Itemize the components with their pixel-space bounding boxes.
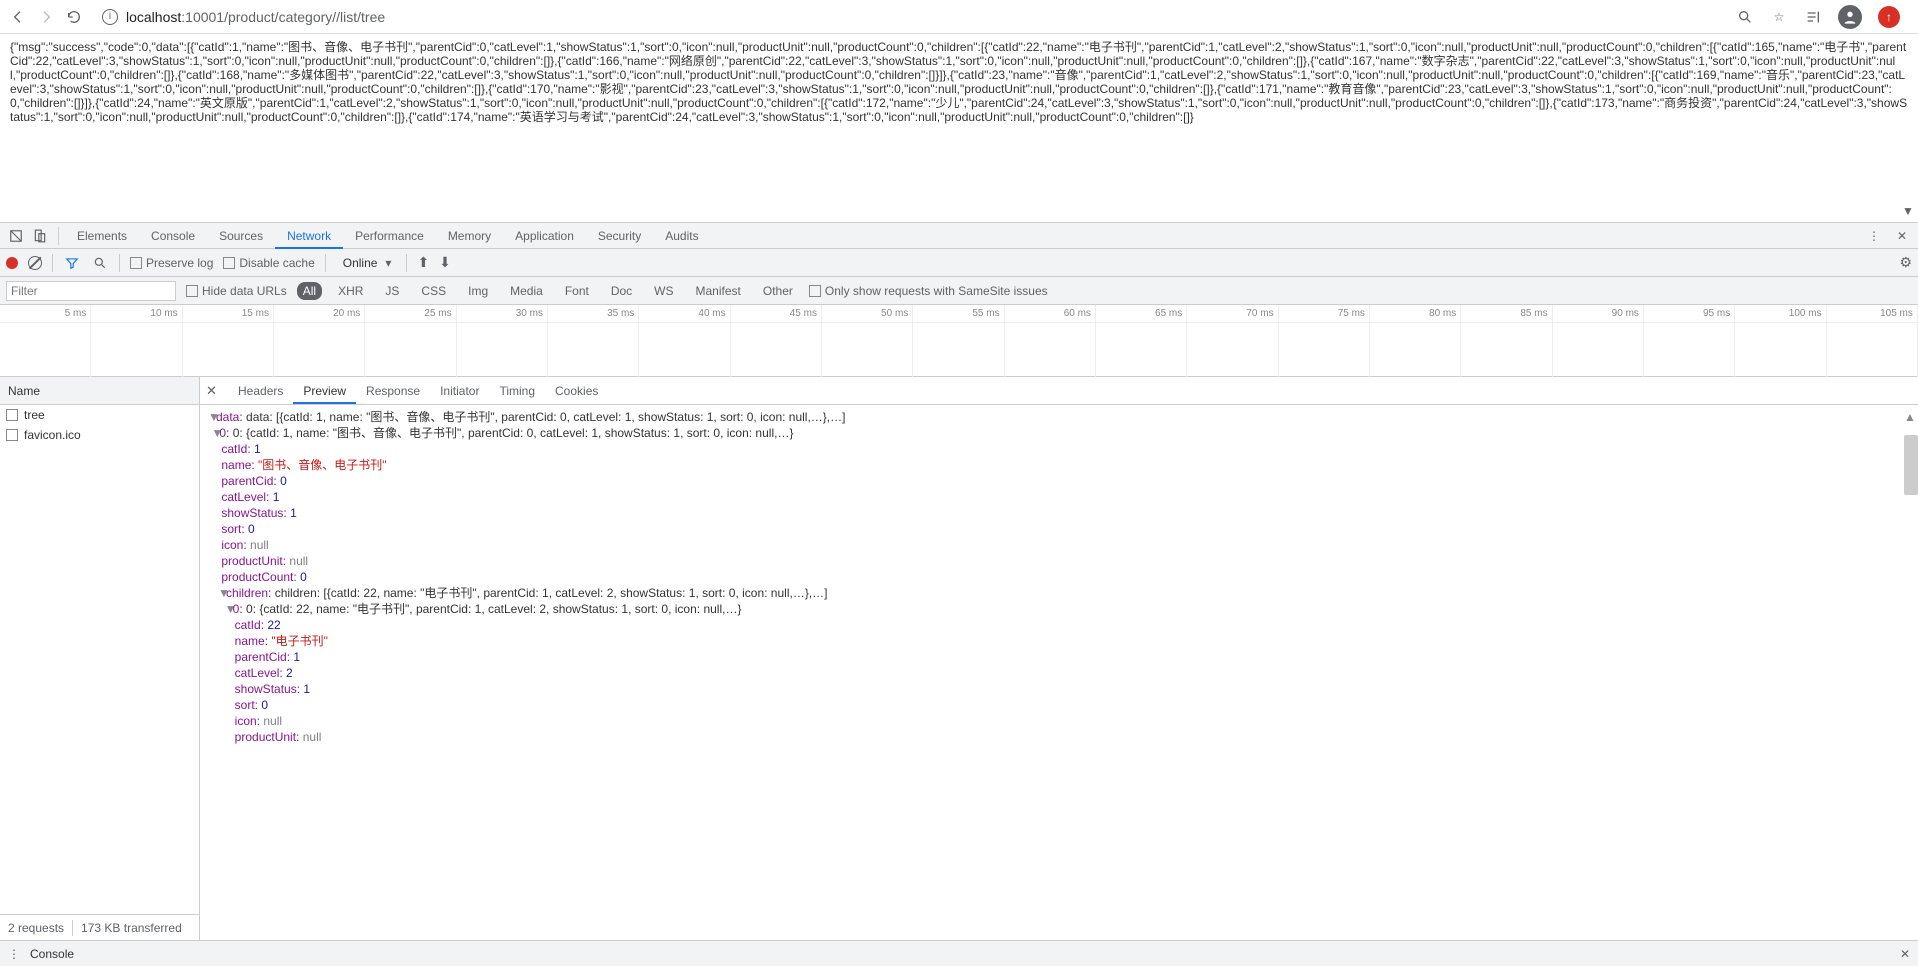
inspect-icon[interactable]: [4, 224, 28, 248]
tab-elements[interactable]: Elements: [65, 223, 139, 249]
disable-cache-checkbox[interactable]: Disable cache: [223, 256, 314, 270]
tab-audits[interactable]: Audits: [653, 223, 710, 249]
filter-xhr[interactable]: XHR: [332, 282, 369, 300]
clear-button[interactable]: [28, 256, 42, 270]
forward-button[interactable]: [36, 7, 56, 27]
timeline-ticks: 5 ms 10 ms 15 ms 20 ms 25 ms 30 ms 35 ms…: [0, 305, 1918, 323]
drawer-menu-icon[interactable]: ⋮: [8, 947, 20, 961]
network-timeline[interactable]: 5 ms 10 ms 15 ms 20 ms 25 ms 30 ms 35 ms…: [0, 305, 1918, 377]
drawer-console-label[interactable]: Console: [30, 947, 74, 961]
raw-json-text: {"msg":"success","code":0,"data":[{"catI…: [10, 40, 1907, 124]
record-button[interactable]: [6, 257, 18, 269]
device-toggle-icon[interactable]: [28, 224, 52, 248]
toolbar-right: ☆ ↑: [1736, 5, 1910, 29]
tab-network[interactable]: Network: [275, 223, 343, 249]
footer-transferred: 173 KB transferred: [81, 921, 182, 935]
tab-memory[interactable]: Memory: [436, 223, 503, 249]
page-scroll-down[interactable]: ▼: [1902, 204, 1916, 218]
bookmark-icon[interactable]: ☆: [1770, 8, 1788, 26]
drawer-close-icon[interactable]: ✕: [1900, 947, 1910, 961]
tab-performance[interactable]: Performance: [343, 223, 436, 249]
preview-scrollbar-thumb[interactable]: [1904, 435, 1918, 495]
site-info-icon[interactable]: i: [102, 9, 118, 25]
detail-tabs: Headers Preview Response Initiator Timin…: [200, 377, 1918, 405]
request-row-favicon[interactable]: favicon.ico: [0, 425, 199, 445]
export-har-icon[interactable]: ⬇: [439, 254, 451, 271]
separator: [52, 254, 53, 272]
network-main-panels: Name tree favicon.ico 2 requests 173 KB …: [0, 377, 1918, 940]
filter-input[interactable]: [6, 281, 176, 301]
filter-font[interactable]: Font: [559, 282, 595, 300]
detail-tab-headers[interactable]: Headers: [228, 377, 293, 404]
devtools: Elements Console Sources Network Perform…: [0, 222, 1918, 966]
detail-tab-cookies[interactable]: Cookies: [545, 377, 608, 404]
devtools-menu-icon[interactable]: ⋮: [1862, 224, 1886, 248]
filter-toggle-icon[interactable]: [63, 254, 81, 272]
filter-ws[interactable]: WS: [648, 282, 679, 300]
filter-img[interactable]: Img: [462, 282, 494, 300]
separator: [406, 254, 407, 272]
separator: [58, 227, 59, 245]
filter-other[interactable]: Other: [757, 282, 799, 300]
media-icon[interactable]: [1804, 8, 1822, 26]
detail-tab-timing[interactable]: Timing: [489, 377, 545, 404]
profile-avatar[interactable]: [1838, 5, 1862, 29]
update-icon[interactable]: ↑: [1878, 6, 1900, 28]
address-bar[interactable]: i localhost:10001/product/category//list…: [92, 3, 1728, 31]
samesite-checkbox[interactable]: Only show requests with SameSite issues: [809, 284, 1048, 298]
console-drawer: ⋮ Console ✕: [0, 940, 1918, 966]
detail-tab-initiator[interactable]: Initiator: [430, 377, 489, 404]
search-icon[interactable]: [91, 254, 109, 272]
filter-js[interactable]: JS: [379, 282, 405, 300]
browser-toolbar: i localhost:10001/product/category//list…: [0, 0, 1918, 34]
detail-close-icon[interactable]: ✕: [206, 383, 217, 399]
request-list-header[interactable]: Name: [0, 377, 199, 405]
filter-media[interactable]: Media: [504, 282, 549, 300]
preview-body[interactable]: ▲ ▼data: data: [{catId: 1, name: "图书、音像、…: [200, 405, 1918, 940]
detail-tab-response[interactable]: Response: [356, 377, 430, 404]
page-body: {"msg":"success","code":0,"data":[{"catI…: [0, 34, 1918, 222]
request-detail-panel: ✕ Headers Preview Response Initiator Tim…: [200, 377, 1918, 940]
request-list-footer: 2 requests 173 KB transferred: [0, 914, 199, 940]
separator: [119, 254, 120, 272]
network-toolbar: Preserve log Disable cache Online ⬆ ⬇ ⚙: [0, 249, 1918, 277]
filter-manifest[interactable]: Manifest: [690, 282, 747, 300]
url-text: localhost:10001/product/category//list/t…: [126, 9, 385, 25]
network-settings-icon[interactable]: ⚙: [1899, 254, 1912, 271]
devtools-close-icon[interactable]: ✕: [1890, 224, 1914, 248]
throttle-select[interactable]: Online: [336, 253, 397, 273]
zoom-icon[interactable]: [1736, 8, 1754, 26]
reload-button[interactable]: [64, 7, 84, 27]
request-row-tree[interactable]: tree: [0, 405, 199, 425]
detail-tab-preview[interactable]: Preview: [293, 377, 356, 404]
tab-sources[interactable]: Sources: [207, 223, 275, 249]
file-icon: [6, 409, 18, 421]
filter-all[interactable]: All: [297, 282, 322, 300]
tab-security[interactable]: Security: [586, 223, 653, 249]
preserve-log-checkbox[interactable]: Preserve log: [130, 256, 213, 270]
filter-css[interactable]: CSS: [415, 282, 452, 300]
devtools-tabs: Elements Console Sources Network Perform…: [0, 223, 1918, 249]
request-list-panel: Name tree favicon.ico 2 requests 173 KB …: [0, 377, 200, 940]
back-button[interactable]: [8, 7, 28, 27]
filter-doc[interactable]: Doc: [605, 282, 638, 300]
preview-scroll-up[interactable]: ▲: [1904, 409, 1918, 423]
file-icon: [6, 429, 18, 441]
footer-requests: 2 requests: [8, 921, 64, 935]
separator: [325, 254, 326, 272]
network-filter-row: Hide data URLs All XHR JS CSS Img Media …: [0, 277, 1918, 305]
import-har-icon[interactable]: ⬆: [417, 254, 429, 271]
hide-data-urls-checkbox[interactable]: Hide data URLs: [186, 284, 287, 298]
tab-application[interactable]: Application: [503, 223, 586, 249]
tab-console[interactable]: Console: [139, 223, 207, 249]
